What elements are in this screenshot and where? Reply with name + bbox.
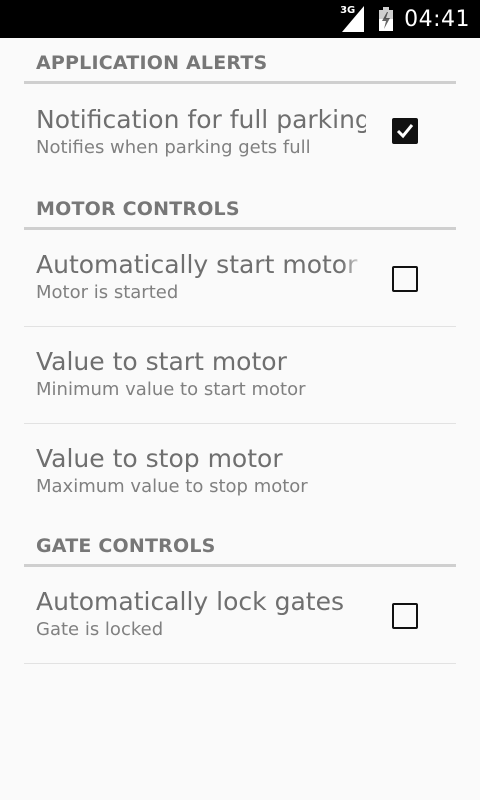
pref-title: Value to stop motor [36,444,283,473]
pref-summary: Maximum value to stop motor [36,476,308,497]
section-header-application-alerts: APPLICATION ALERTS [24,38,456,84]
battery-charging-icon [379,7,394,31]
section-header-motor-controls: MOTOR CONTROLS [24,184,456,230]
status-bar: 3G 04:41 [0,0,480,38]
pref-auto-lock-gates[interactable]: Automatically lock gates Gate is locked [24,567,456,664]
checkmark-icon [396,124,414,139]
checkbox-auto-lock-gates[interactable] [392,603,418,629]
signal-indicator: 3G [340,0,370,38]
pref-auto-start-motor[interactable]: Automatically start motor Motor is start… [24,230,456,327]
pref-title: Value to start motor [36,347,287,376]
pref-title: Notification for full parking [36,105,366,134]
settings-list: APPLICATION ALERTS Notification for full… [24,38,456,664]
pref-notification-full-parking[interactable]: Notification for full parking Notifies w… [24,84,456,184]
clock: 04:41 [404,6,470,32]
pref-title: Automatically lock gates [36,587,344,616]
pref-value-start-motor[interactable]: Value to start motor Minimum value to st… [24,327,456,424]
signal-bars-icon [342,6,365,32]
pref-value-stop-motor[interactable]: Value to stop motor Maximum value to sto… [24,424,456,521]
battery-indicator [378,0,394,38]
pref-title: Automatically start motor [36,250,366,280]
status-icons: 3G 04:41 [340,0,480,38]
checkbox-notification-full-parking[interactable] [392,118,418,144]
section-header-gate-controls: GATE CONTROLS [24,521,456,567]
pref-summary: Minimum value to start motor [36,379,306,400]
checkbox-auto-start-motor[interactable] [392,266,418,292]
